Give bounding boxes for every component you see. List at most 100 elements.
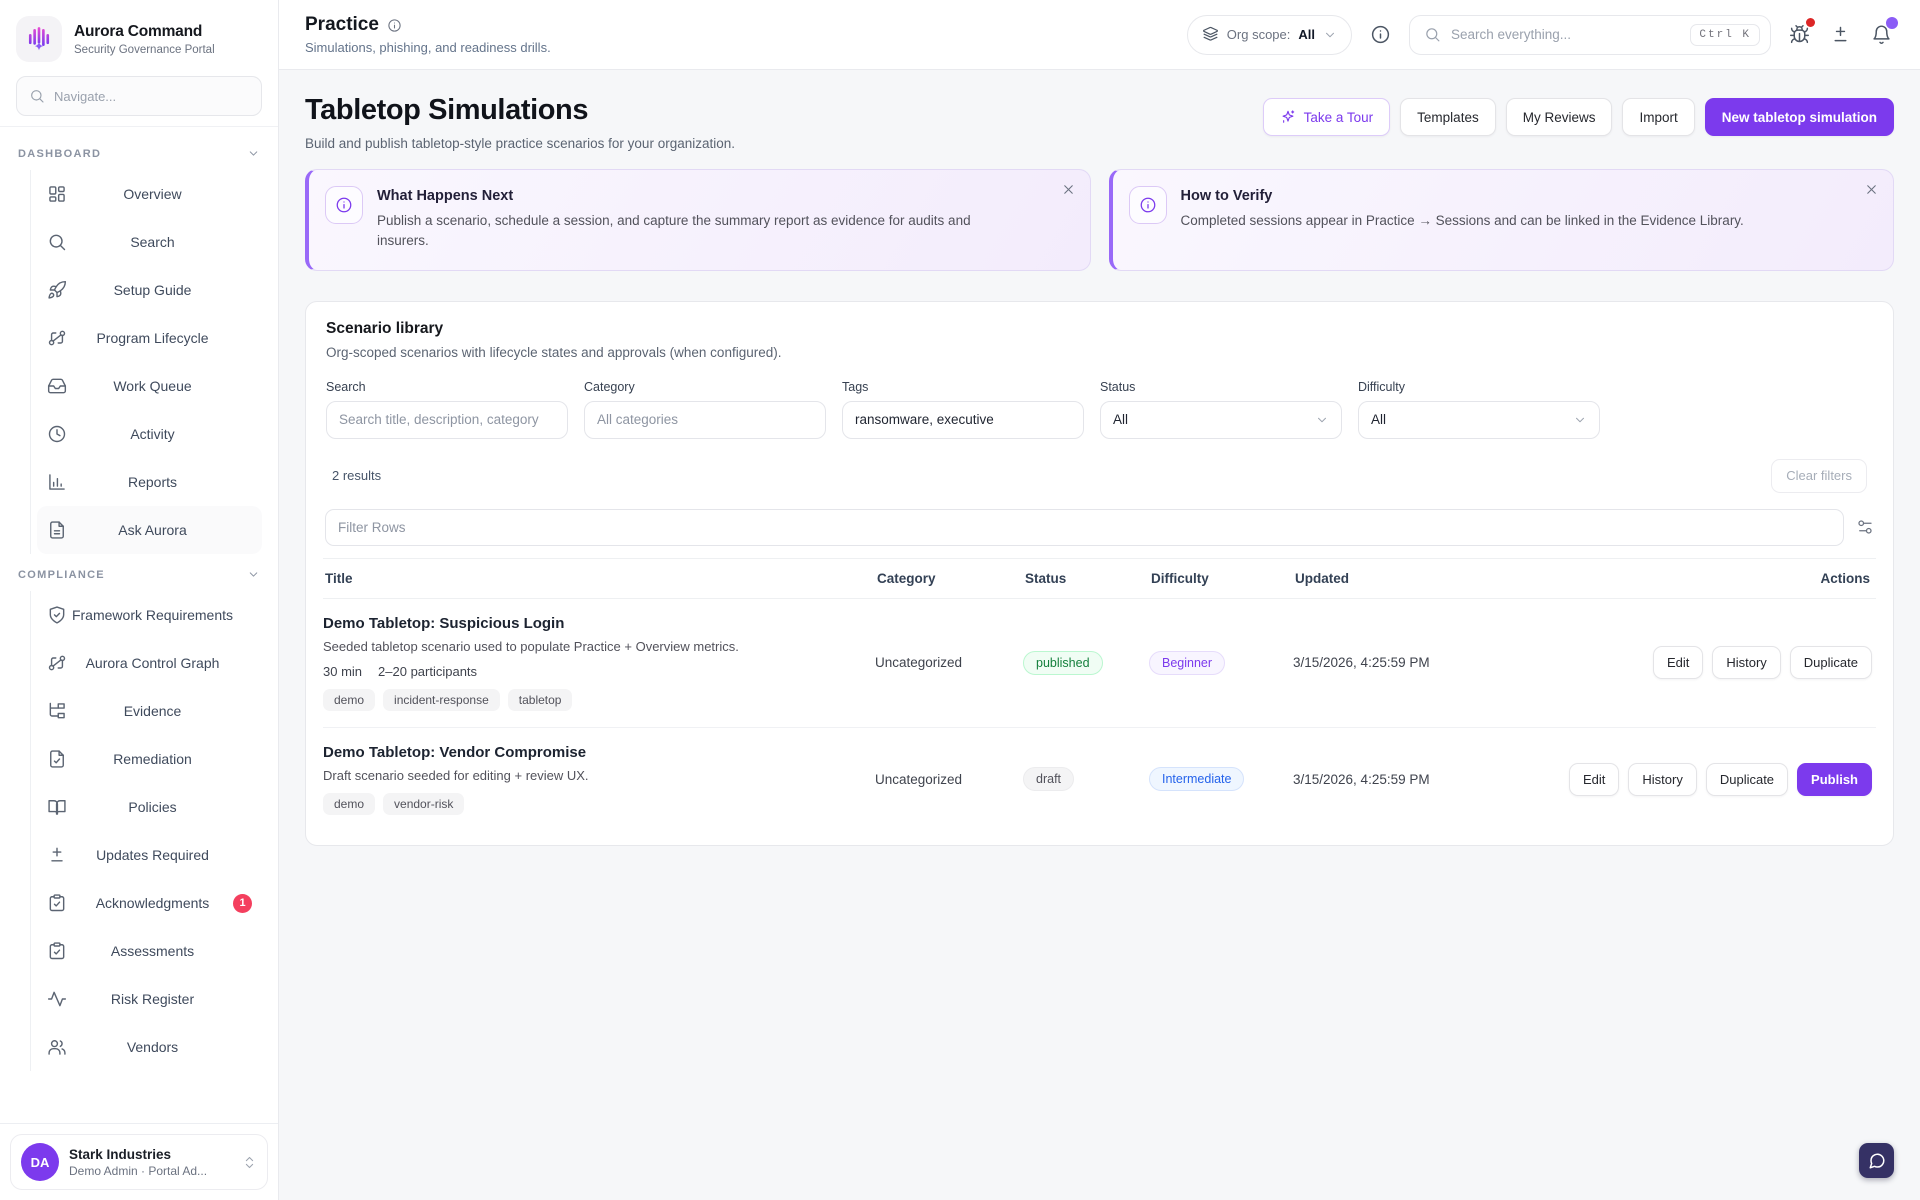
sidebar-nav: DASHBOARD OverviewSearchSetup GuideProgra… — [0, 126, 278, 1123]
filter-status-label: Status — [1100, 380, 1342, 394]
quick-add-button[interactable] — [1828, 22, 1853, 47]
diff-icon — [47, 845, 67, 865]
col-category: Category — [875, 559, 1023, 598]
close-icon[interactable] — [1864, 182, 1879, 197]
sidebar-item-vendors[interactable]: Vendors — [37, 1023, 262, 1071]
clear-filters-button[interactable]: Clear filters — [1771, 459, 1867, 493]
history-button[interactable]: History — [1628, 763, 1696, 796]
clipboard-check-icon — [47, 941, 67, 961]
sidebar-section-header[interactable]: COMPLIANCE — [16, 568, 262, 591]
sidebar-item-assessments[interactable]: Assessments — [37, 927, 262, 975]
filter-category-input[interactable] — [597, 412, 813, 427]
col-difficulty: Difficulty — [1149, 559, 1293, 598]
publish-button[interactable]: Publish — [1797, 763, 1872, 796]
scenario-description: Seeded tabletop scenario used to populat… — [323, 639, 875, 654]
duplicate-button[interactable]: Duplicate — [1790, 646, 1872, 679]
sidebar-section-header[interactable]: DASHBOARD — [16, 147, 262, 170]
chevrons-up-down-icon — [242, 1155, 257, 1170]
scenario-category: Uncategorized — [875, 772, 1023, 787]
sidebar-item-label: Activity — [67, 426, 252, 442]
banner-what-happens-next: What Happens Next Publish a scenario, sc… — [305, 169, 1091, 271]
sidebar-item-evidence[interactable]: Evidence — [37, 687, 262, 735]
info-icon — [325, 186, 363, 224]
sidebar-item-risk-register[interactable]: Risk Register — [37, 975, 262, 1023]
sidebar-item-work-queue[interactable]: Work Queue — [37, 362, 262, 410]
library-filters: Search Category Tags Status All — [322, 380, 1877, 439]
import-button[interactable]: Import — [1622, 98, 1694, 136]
sidebar-item-overview[interactable]: Overview — [37, 170, 262, 218]
sidebar-navigate-search[interactable] — [16, 76, 262, 116]
templates-button[interactable]: Templates — [1400, 98, 1496, 136]
sidebar-item-setup-guide[interactable]: Setup Guide — [37, 266, 262, 314]
user-role: Demo Admin · Portal Ad... — [69, 1164, 207, 1178]
file-check-icon — [47, 749, 67, 769]
sidebar-section: COMPLIANCEFramework Requirements Aurora C… — [16, 568, 262, 1071]
scope-info-button[interactable] — [1368, 22, 1393, 47]
table-header: Title Category Status Difficulty Updated… — [323, 558, 1876, 599]
sidebar-item-label: Ask Aurora — [67, 522, 252, 538]
scenario-duration: 30 min — [323, 664, 362, 679]
table-row: Demo Tabletop: Vendor Compromise Draft s… — [323, 728, 1876, 831]
debug-button[interactable] — [1787, 22, 1812, 47]
users-icon — [47, 1037, 67, 1057]
sidebar-item-acknowledgments[interactable]: Acknowledgments1 — [37, 879, 262, 927]
brand: Aurora Command Security Governance Porta… — [0, 0, 278, 74]
new-simulation-button[interactable]: New tabletop simulation — [1705, 98, 1894, 136]
filter-rows-input[interactable] — [338, 520, 1831, 535]
bug-icon — [1789, 24, 1810, 45]
filter-tags-input[interactable] — [855, 412, 1071, 427]
org-scope-value: All — [1298, 27, 1315, 42]
clock-icon — [47, 424, 67, 444]
sidebar-section-label: DASHBOARD — [18, 148, 101, 160]
edit-button[interactable]: Edit — [1569, 763, 1619, 796]
sidebar-item-label: Aurora Control Graph — [67, 655, 252, 671]
notifications-button[interactable] — [1869, 22, 1894, 47]
duplicate-button[interactable]: Duplicate — [1706, 763, 1788, 796]
folder-tree-icon — [47, 701, 67, 721]
sidebar-item-search[interactable]: Search — [37, 218, 262, 266]
avatar: DA — [21, 1143, 59, 1181]
my-reviews-button[interactable]: My Reviews — [1506, 98, 1613, 136]
banner-title: How to Verify — [1181, 186, 1744, 204]
scenario-updated: 3/15/2026, 4:25:59 PM — [1293, 655, 1523, 670]
chat-widget-button[interactable] — [1859, 1143, 1894, 1178]
sidebar-item-policies[interactable]: Policies — [37, 783, 262, 831]
notification-badge: 1 — [233, 894, 252, 913]
sidebar-item-ask-aurora[interactable]: Ask Aurora — [37, 506, 262, 554]
sidebar-item-reports[interactable]: Reports — [37, 458, 262, 506]
top-bar: Practice Simulations, phishing, and read… — [279, 0, 1920, 70]
page-title: Tabletop Simulations — [305, 94, 735, 127]
edit-button[interactable]: Edit — [1653, 646, 1703, 679]
view-settings-icon[interactable] — [1856, 518, 1874, 536]
sidebar-item-aurora-control-graph[interactable]: Aurora Control Graph — [37, 639, 262, 687]
brand-tagline: Security Governance Portal — [74, 44, 215, 56]
sidebar-item-activity[interactable]: Activity — [37, 410, 262, 458]
filter-difficulty-select[interactable]: All — [1358, 401, 1600, 439]
history-button[interactable]: History — [1712, 646, 1780, 679]
status-badge: draft — [1023, 767, 1074, 791]
status-badge: published — [1023, 651, 1103, 675]
debug-alert-dot — [1806, 18, 1815, 27]
filter-search-input[interactable] — [339, 412, 555, 427]
global-search[interactable]: Ctrl K — [1409, 15, 1771, 55]
layout-grid-icon — [47, 184, 67, 204]
filter-status-select[interactable]: All — [1100, 401, 1342, 439]
col-actions: Actions — [1523, 559, 1876, 598]
search-icon — [1424, 26, 1441, 43]
search-shortcut-kbd: Ctrl K — [1690, 24, 1760, 46]
org-scope-label: Org scope: — [1227, 27, 1291, 42]
sidebar-item-updates-required[interactable]: Updates Required — [37, 831, 262, 879]
org-scope-selector[interactable]: Org scope: All — [1187, 15, 1352, 55]
scenario-table: Title Category Status Difficulty Updated… — [322, 507, 1877, 831]
sidebar-item-program-lifecycle[interactable]: Program Lifecycle — [37, 314, 262, 362]
user-menu[interactable]: DA Stark Industries Demo Admin · Portal … — [10, 1134, 268, 1190]
close-icon[interactable] — [1061, 182, 1076, 197]
filter-category-label: Category — [584, 380, 826, 394]
take-tour-button[interactable]: Take a Tour — [1263, 98, 1391, 136]
global-search-input[interactable] — [1451, 27, 1680, 42]
sidebar-item-remediation[interactable]: Remediation — [37, 735, 262, 783]
tag-chip: vendor-risk — [383, 793, 464, 815]
sidebar-item-framework-requirements[interactable]: Framework Requirements — [37, 591, 262, 639]
sidebar-item-label: Evidence — [67, 703, 252, 719]
navigate-input[interactable] — [54, 89, 249, 104]
